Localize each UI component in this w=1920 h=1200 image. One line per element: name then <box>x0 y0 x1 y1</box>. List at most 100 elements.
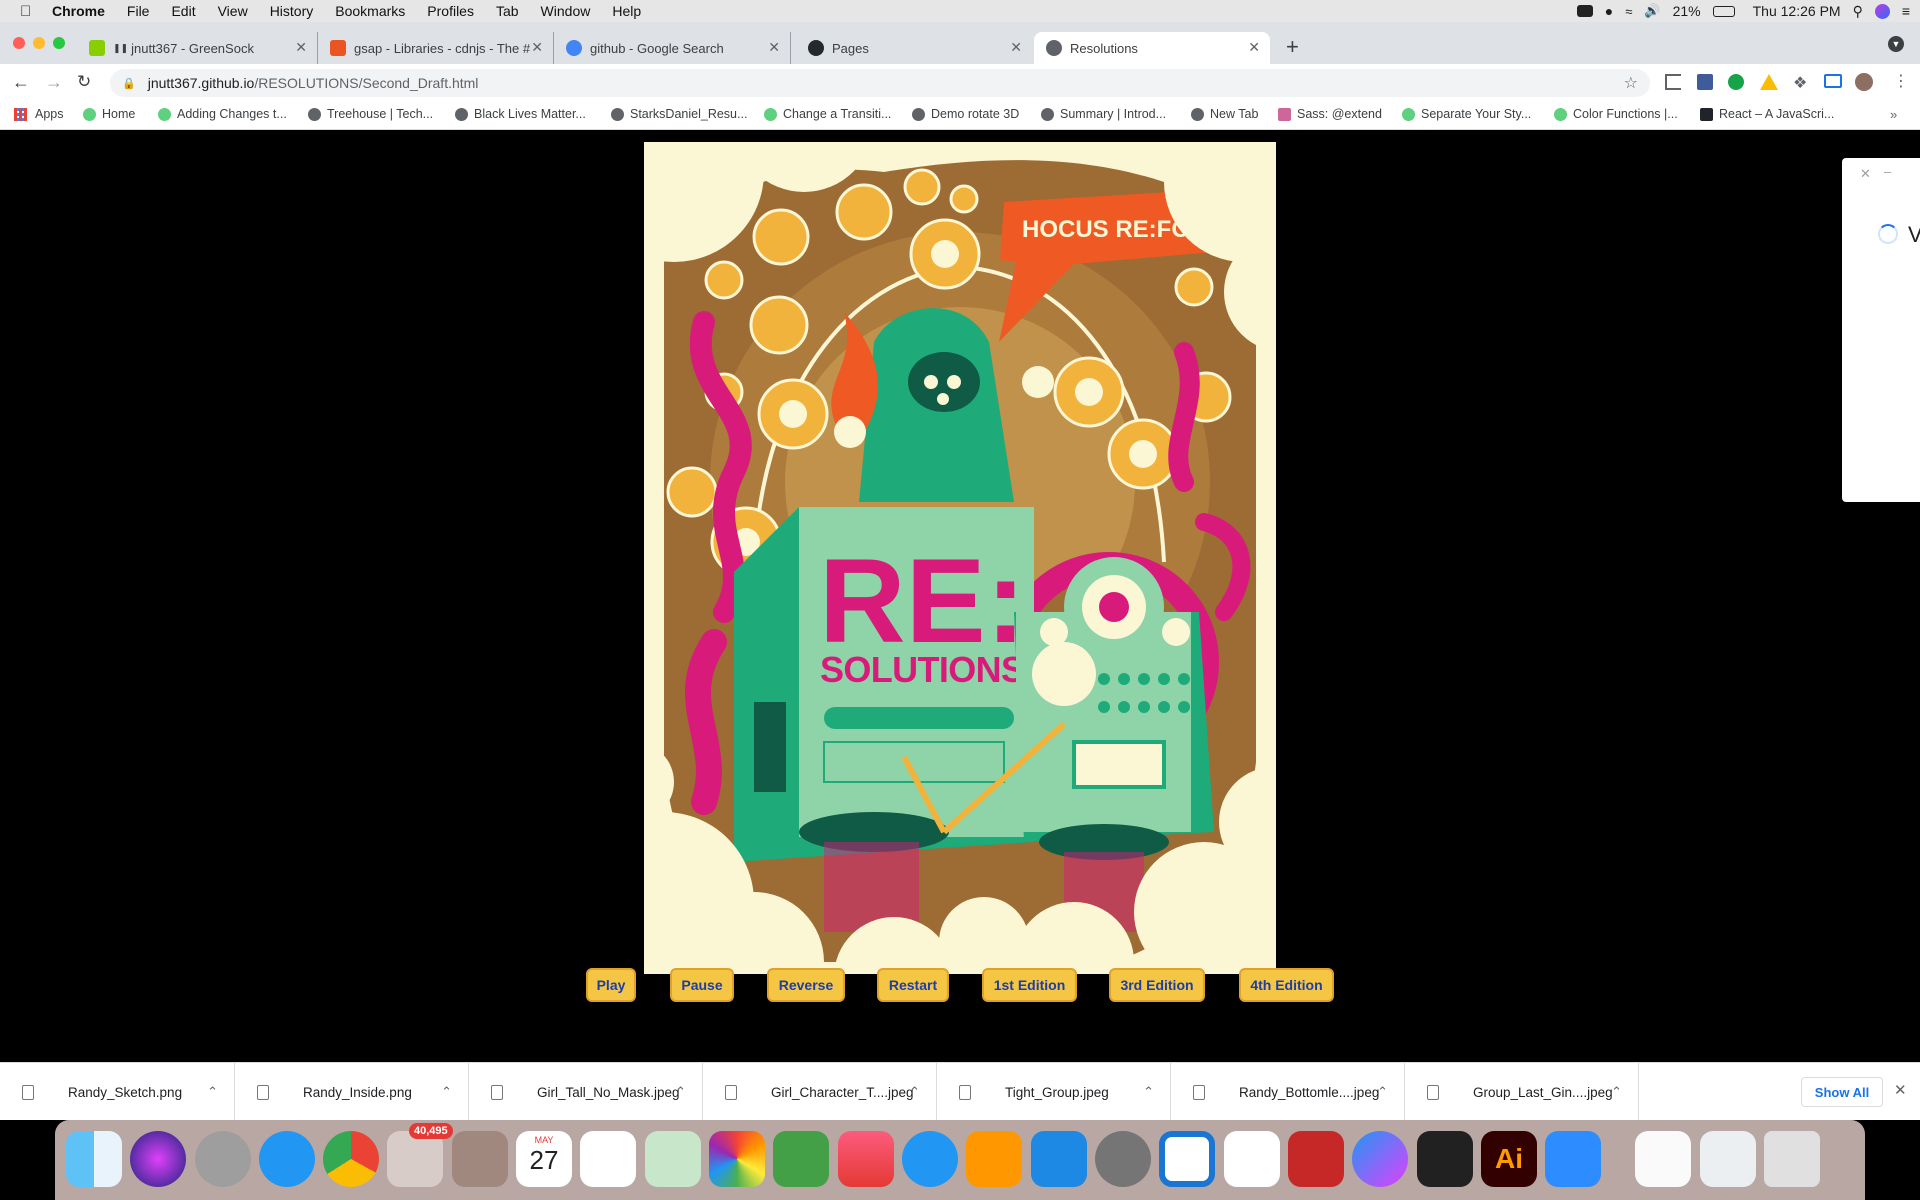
tab-close-icon[interactable]: ✕ <box>768 39 780 56</box>
tab-search-chevron-icon[interactable]: ▼ <box>1888 36 1904 52</box>
close-downloads-icon[interactable]: ✕ <box>1894 1081 1907 1099</box>
minimize-window-button[interactable] <box>33 37 45 49</box>
drive-extension-icon[interactable] <box>1760 74 1778 90</box>
bookmark-treehouse[interactable]: Treehouse | Tech... <box>308 107 433 121</box>
play-button[interactable]: Play <box>586 968 636 1002</box>
menu-view[interactable]: View <box>207 3 259 19</box>
pause-button[interactable]: Pause <box>670 968 734 1002</box>
bookmark-adding-changes[interactable]: Adding Changes t... <box>158 107 287 121</box>
facetime-icon[interactable] <box>773 1131 829 1187</box>
first-edition-button[interactable]: 1st Edition <box>982 968 1077 1002</box>
acrobat-icon[interactable] <box>1288 1131 1344 1187</box>
preview-icon[interactable] <box>1700 1131 1756 1187</box>
panel-close-icon[interactable]: ✕ <box>1860 166 1871 182</box>
chevron-up-icon[interactable]: ⌃ <box>909 1084 920 1100</box>
tab-close-icon[interactable]: ✕ <box>1010 39 1022 56</box>
menu-tab[interactable]: Tab <box>485 3 530 19</box>
tab-close-icon[interactable]: ✕ <box>531 39 543 56</box>
chrome-icon[interactable] <box>323 1131 379 1187</box>
vscode-icon[interactable] <box>1159 1131 1215 1187</box>
menu-bookmarks[interactable]: Bookmarks <box>324 3 416 19</box>
siri-menubar-icon[interactable] <box>1874 3 1890 19</box>
siri-icon[interactable] <box>130 1131 186 1187</box>
chevron-up-icon[interactable]: ⌃ <box>1143 1084 1154 1100</box>
download-item[interactable]: Girl_Character_T....jpeg ⌃ <box>703 1063 937 1121</box>
photos-icon[interactable] <box>709 1131 765 1187</box>
bookmark-separate-styles[interactable]: Separate Your Sty... <box>1402 107 1531 121</box>
chevron-up-icon[interactable]: ⌃ <box>441 1084 452 1100</box>
fourth-edition-button[interactable]: 4th Edition <box>1239 968 1334 1002</box>
download-item[interactable]: Group_Last_Gin....jpeg ⌃ <box>1405 1063 1639 1121</box>
control-center-icon[interactable]: ≡ <box>1902 3 1910 19</box>
download-item[interactable]: Randy_Bottomle....jpeg ⌃ <box>1171 1063 1405 1121</box>
reverse-button[interactable]: Reverse <box>767 968 845 1002</box>
chrome-menu-icon[interactable]: ⋮ <box>1893 71 1909 91</box>
bookmark-demo-rotate-3d[interactable]: Demo rotate 3D <box>912 107 1019 121</box>
reload-icon[interactable]: ↻ <box>77 72 91 92</box>
battery-icon[interactable] <box>1712 5 1735 17</box>
restart-button[interactable]: Restart <box>877 968 949 1002</box>
finder-icon[interactable] <box>66 1131 122 1187</box>
launchpad-icon[interactable] <box>195 1131 251 1187</box>
address-bar[interactable]: 🔒 jnutt367.github.io/RESOLUTIONS/Second_… <box>110 69 1650 97</box>
download-extension-icon[interactable] <box>1697 74 1713 90</box>
more-bookmarks-chevron-icon[interactable]: » <box>1890 107 1897 122</box>
cast-icon[interactable] <box>1824 74 1842 88</box>
close-window-button[interactable] <box>13 37 25 49</box>
bookmark-color-functions[interactable]: Color Functions |... <box>1554 107 1678 121</box>
download-item[interactable]: Girl_Tall_No_Mask.jpeg ⌃ <box>469 1063 703 1121</box>
chevron-up-icon[interactable]: ⌃ <box>675 1084 686 1100</box>
bookmark-apps[interactable]: Apps <box>14 107 64 121</box>
back-arrow-icon[interactable]: ← <box>12 72 30 93</box>
zoom-icon[interactable] <box>1545 1131 1601 1187</box>
forward-arrow-icon[interactable]: → <box>45 72 63 93</box>
show-all-button[interactable]: Show All <box>1801 1077 1883 1107</box>
download-item[interactable]: Tight_Group.jpeg ⌃ <box>937 1063 1171 1121</box>
bookmark-starks-resume[interactable]: StarksDaniel_Resu... <box>611 107 747 121</box>
mail-icon[interactable]: 40,495 <box>387 1123 453 1187</box>
tab-close-icon[interactable]: ✕ <box>1248 39 1260 56</box>
camera-icon[interactable] <box>1576 5 1593 17</box>
chevron-up-icon[interactable]: ⌃ <box>207 1084 218 1100</box>
tab-greensock[interactable]: ❚❚ jnutt367 - GreenSock ✕ <box>77 32 318 64</box>
lock-icon[interactable]: 🔒 <box>122 77 136 90</box>
apple-icon[interactable]:  <box>20 3 42 20</box>
system-preferences-icon[interactable] <box>1095 1131 1151 1187</box>
bookmark-home[interactable]: Home <box>83 107 135 121</box>
books-icon[interactable] <box>966 1131 1022 1187</box>
menu-edit[interactable]: Edit <box>160 3 206 19</box>
tab-resolutions[interactable]: Resolutions ✕ <box>1034 32 1270 64</box>
menu-window[interactable]: Window <box>530 3 602 19</box>
menu-file[interactable]: File <box>116 3 161 19</box>
reminders-icon[interactable] <box>580 1131 636 1187</box>
menu-app-chrome[interactable]: Chrome <box>42 3 116 19</box>
slack-icon[interactable] <box>1224 1131 1280 1187</box>
third-edition-button[interactable]: 3rd Edition <box>1109 968 1205 1002</box>
maps-icon[interactable] <box>645 1131 701 1187</box>
menu-profiles[interactable]: Profiles <box>416 3 485 19</box>
download-item[interactable]: Randy_Sketch.png ⌃ <box>0 1063 235 1121</box>
volume-icon[interactable]: 🔊 <box>1644 3 1660 19</box>
bookmark-summary-intro[interactable]: Summary | Introd... <box>1041 107 1166 121</box>
document-icon[interactable] <box>1635 1131 1691 1187</box>
messages-icon[interactable] <box>902 1131 958 1187</box>
menu-history[interactable]: History <box>259 3 325 19</box>
bookmark-star-icon[interactable]: ☆ <box>1624 73 1638 93</box>
extensions-puzzle-icon[interactable]: ❖ <box>1793 73 1807 93</box>
chevron-up-icon[interactable]: ⌃ <box>1377 1084 1388 1100</box>
bookmark-change-transition[interactable]: Change a Transiti... <box>764 107 891 121</box>
bookmark-sass-extend[interactable]: Sass: @extend <box>1278 107 1382 121</box>
profile-avatar[interactable] <box>1855 73 1873 91</box>
terminal-icon[interactable] <box>1417 1131 1473 1187</box>
calendar-icon[interactable]: MAY 27 <box>516 1131 572 1187</box>
contacts-icon[interactable] <box>452 1131 508 1187</box>
zoom-window-button[interactable] <box>53 37 65 49</box>
spotlight-icon[interactable]: ⚲ <box>1853 3 1863 20</box>
tab-pages[interactable]: Pages ✕ <box>796 32 1032 64</box>
download-item[interactable]: Randy_Inside.png ⌃ <box>235 1063 469 1121</box>
wifi-icon[interactable]: ≈ <box>1625 4 1632 19</box>
menubar-clock[interactable]: Thu 12:26 PM <box>1753 3 1841 19</box>
messenger-icon[interactable] <box>1352 1131 1408 1187</box>
tab-close-icon[interactable]: ✕ <box>295 39 307 56</box>
bookmark-black-lives-matter[interactable]: Black Lives Matter... <box>455 107 586 121</box>
